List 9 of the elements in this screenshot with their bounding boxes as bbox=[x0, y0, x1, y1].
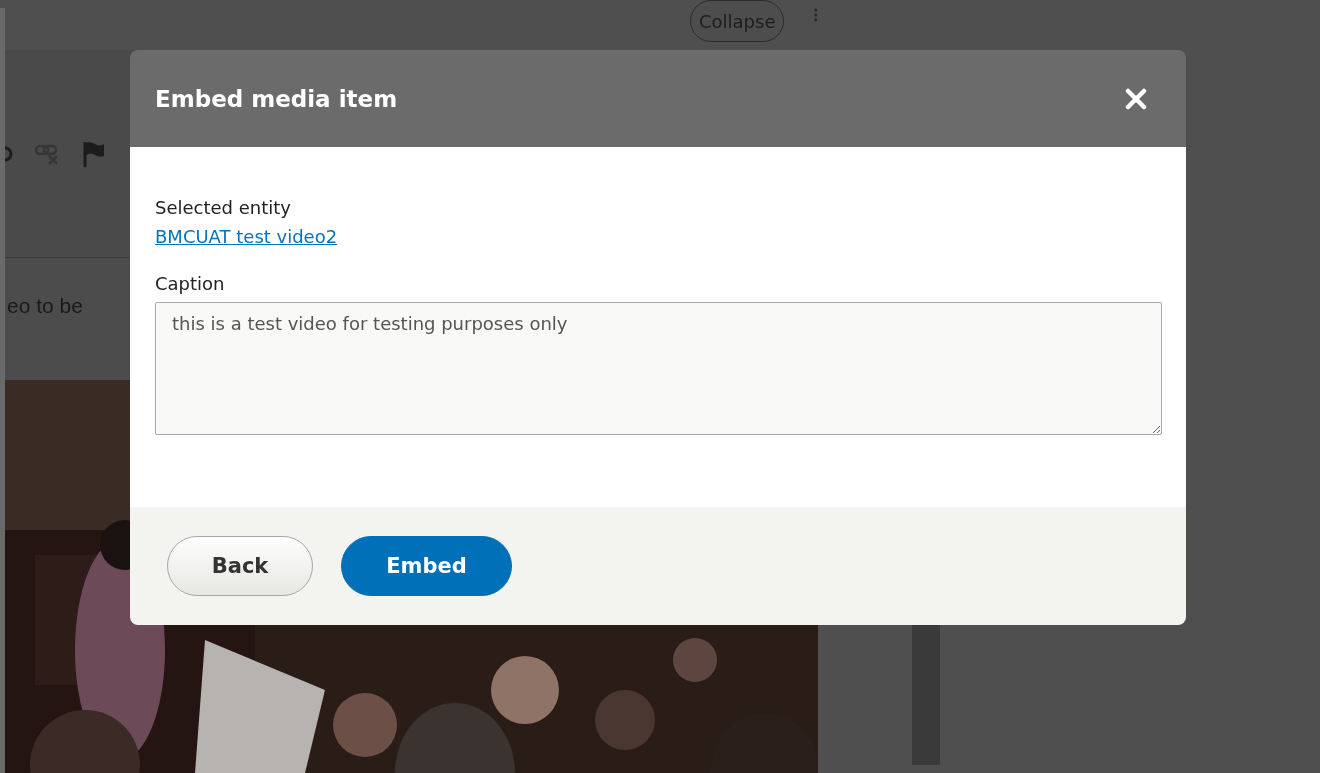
entity-link[interactable]: BMCUAT test video2 bbox=[155, 226, 338, 247]
embed-button[interactable]: Embed bbox=[341, 536, 512, 596]
flag-icon[interactable] bbox=[83, 140, 105, 167]
caption-field[interactable]: this is a test video for testing purposes only bbox=[155, 302, 1162, 435]
back-button[interactable]: Back bbox=[167, 536, 313, 596]
field-label: Caption bbox=[155, 273, 226, 294]
dialog-title: Embed media item bbox=[155, 85, 398, 112]
field-label: Selected entity bbox=[155, 197, 292, 218]
close-icon[interactable] bbox=[1125, 87, 1147, 110]
